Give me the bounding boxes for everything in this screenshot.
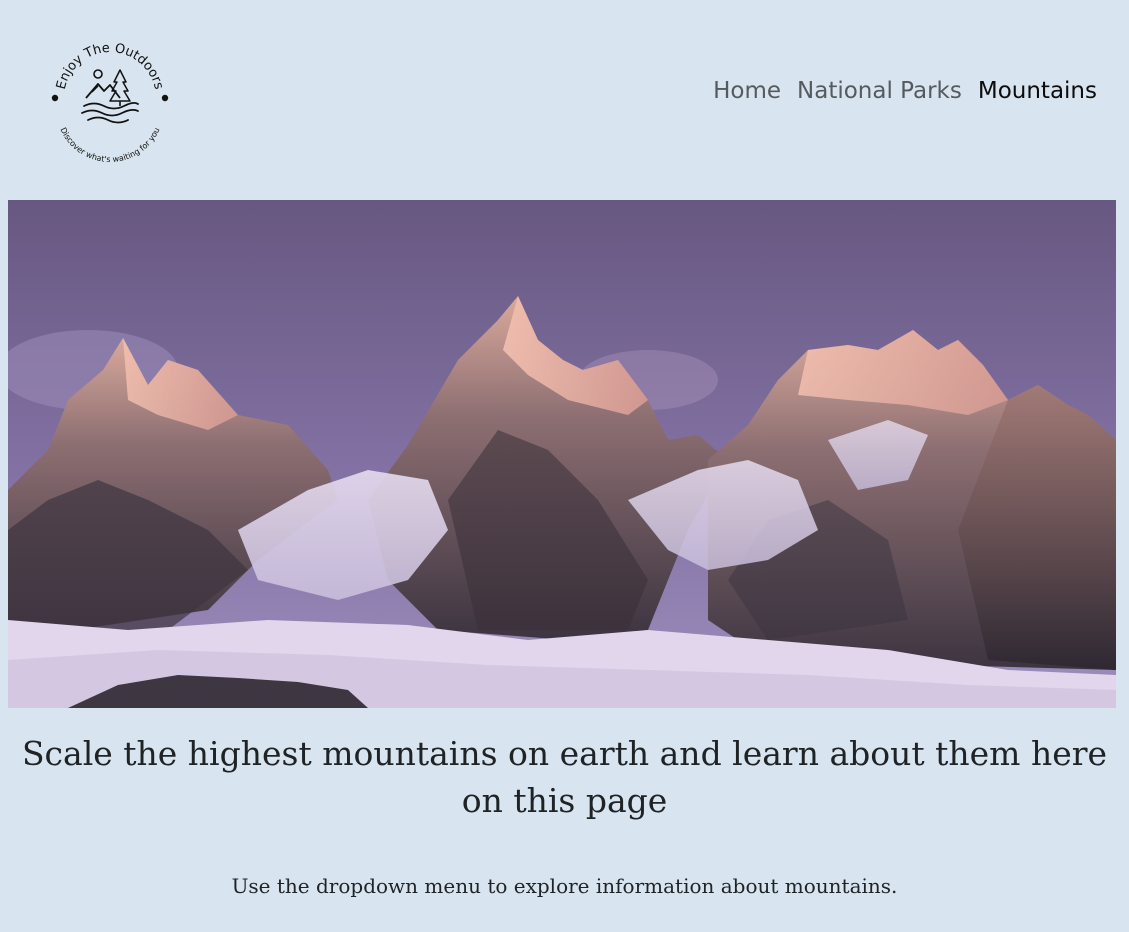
nav-link-home[interactable]: Home (713, 78, 781, 104)
site-logo[interactable]: Enjoy The Outdoors Discover what's waiti… (42, 30, 178, 166)
snowy-mountain-peaks-icon (8, 200, 1116, 708)
main-nav: Home National Parks Mountains (713, 78, 1097, 104)
page-headline: Scale the highest mountains on earth and… (21, 734, 1108, 820)
hero-image (8, 200, 1116, 708)
nav-link-national-parks[interactable]: National Parks (797, 78, 962, 104)
site-header: Enjoy The Outdoors Discover what's waiti… (0, 0, 1129, 190)
svg-text:Discover what's waiting for yo: Discover what's waiting for you (58, 126, 161, 164)
logo-badge-icon: Enjoy The Outdoors Discover what's waiti… (51, 41, 169, 164)
svg-text:Enjoy The Outdoors: Enjoy The Outdoors (54, 41, 166, 91)
nav-link-mountains[interactable]: Mountains (978, 78, 1097, 104)
page-instruction: Use the dropdown menu to explore informa… (231, 874, 898, 898)
